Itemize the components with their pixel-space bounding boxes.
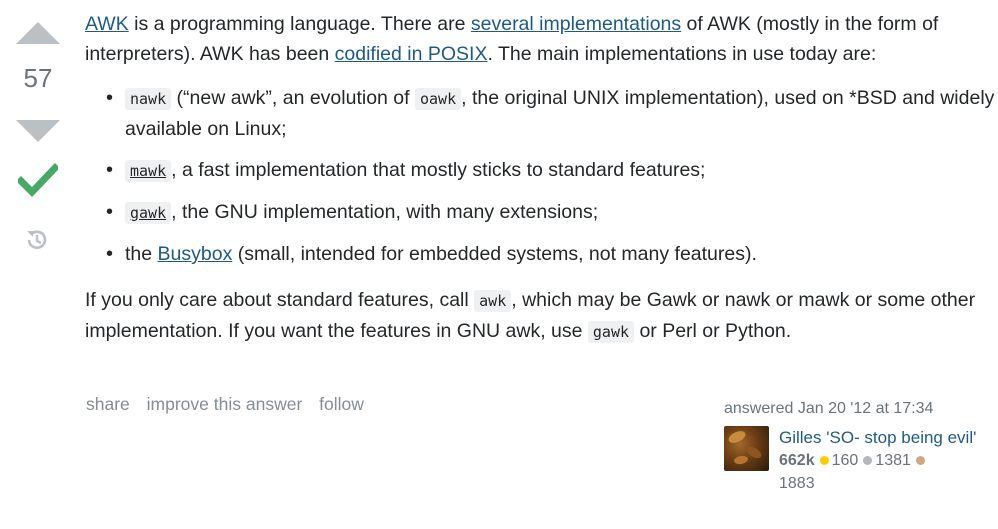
answered-timestamp: answered Jan 20 '12 at 17:34 xyxy=(724,400,934,417)
code-gawk: gawk xyxy=(587,321,635,343)
code-oawk: oawk xyxy=(415,88,462,110)
implementations-list: • nawk (“new awk”, an evolution of oawk, … xyxy=(85,83,995,269)
code-nawk: nawk xyxy=(125,88,172,110)
busybox-link[interactable]: Busybox xyxy=(158,243,233,265)
vote-up-arrow-icon[interactable] xyxy=(16,22,60,44)
outro-paragraph: If you only care about standard features… xyxy=(85,289,976,343)
code-awk: awk xyxy=(474,290,512,312)
several-implementations-link[interactable]: several implementations xyxy=(471,13,681,35)
list-item: • nawk (“new awk”, an evolution of oawk, … xyxy=(106,87,995,140)
avatar[interactable] xyxy=(724,426,769,471)
improve-answer-link[interactable]: improve this answer xyxy=(147,394,303,414)
bronze-badge-icon xyxy=(915,455,925,465)
gold-badge-count: 160 xyxy=(831,452,859,469)
vote-count: 57 xyxy=(23,63,53,93)
intro-paragraph: AWK is a programming language. There are… xyxy=(85,13,939,65)
post-menu: share improve this answer follow xyxy=(86,394,376,415)
gold-badge-icon xyxy=(819,455,829,465)
reputation-score: 662k xyxy=(779,452,815,469)
history-icon[interactable] xyxy=(24,227,50,253)
user-details: Gilles 'SO- stop being evil' 662k 160 1381… xyxy=(779,426,994,495)
user-card: answered Jan 20 '12 at 17:34 Gilles 'SO-… xyxy=(724,399,994,492)
answer-body: AWK is a programming language. There are… xyxy=(85,9,995,347)
silver-badge-count: 1381 xyxy=(875,452,911,469)
list-item: • the Busybox (small, intended for embedd… xyxy=(106,243,757,265)
share-link[interactable]: share xyxy=(86,394,130,414)
list-item: • gawk, the GNU implementation, with many… xyxy=(106,201,599,224)
user-reputation-line: 662k 160 1381 1883 xyxy=(779,449,994,495)
code-gawk-link[interactable]: gawk xyxy=(125,202,172,224)
vote-column: 57 xyxy=(0,0,76,529)
follow-link[interactable]: follow xyxy=(319,394,364,414)
codified-in-posix-link[interactable]: codified in POSIX xyxy=(335,43,488,65)
checkmark-icon xyxy=(18,163,58,198)
list-item: • mawk, a fast implementation that mostly… xyxy=(106,159,706,182)
vote-down-arrow-icon[interactable] xyxy=(16,120,60,142)
silver-badge-icon xyxy=(863,455,873,465)
user-name-link[interactable]: Gilles 'SO- stop being evil' xyxy=(779,426,994,449)
awk-link[interactable]: AWK xyxy=(85,13,129,35)
code-mawk-link[interactable]: mawk xyxy=(125,160,172,182)
bronze-badge-count: 1883 xyxy=(779,475,815,492)
